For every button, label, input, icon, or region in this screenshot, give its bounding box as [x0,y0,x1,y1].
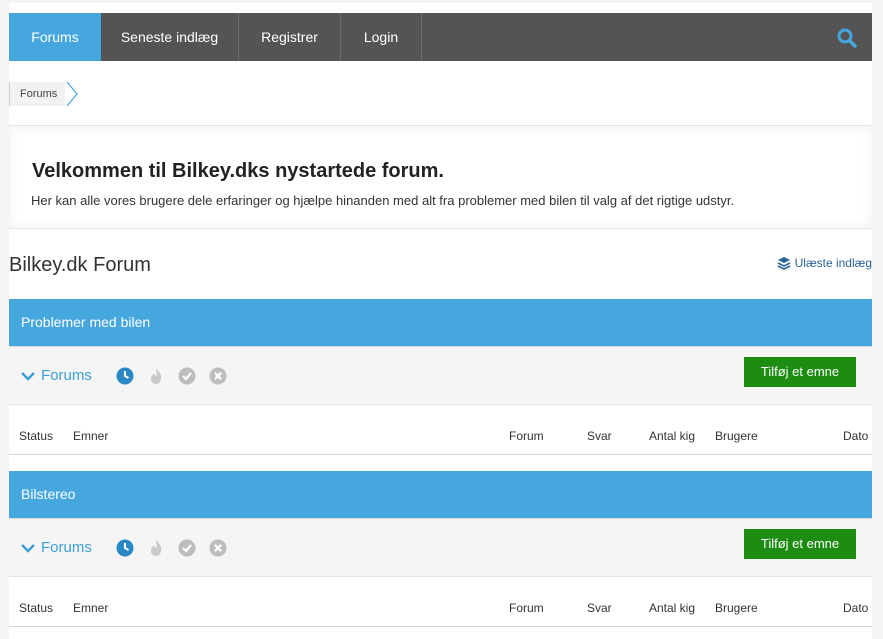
close-icon[interactable] [208,366,228,386]
search-icon[interactable] [836,27,858,49]
table-header: Status Emner Forum Svar Antal kig Bruger… [9,577,872,627]
forums-toggle-label: Forums [41,539,92,556]
unread-posts-link[interactable]: Ulæste indlæg [777,256,872,270]
close-icon[interactable] [208,538,228,558]
check-icon[interactable] [177,538,197,558]
welcome-title: Velkommen til Bilkey.dks nystartede foru… [32,160,444,182]
clock-icon[interactable] [115,366,135,386]
col-users[interactable]: Brugere [715,429,758,443]
col-users[interactable]: Brugere [715,601,758,615]
clock-icon[interactable] [115,538,135,558]
col-topics[interactable]: Emner [73,601,108,615]
page-frame: Forums Seneste indlæg Registrer Login Fo… [9,3,872,639]
check-icon[interactable] [177,366,197,386]
add-topic-button[interactable]: Tilføj et emne [744,529,856,559]
fire-icon[interactable] [146,366,166,386]
welcome-text: Her kan alle vores brugere dele erfaring… [31,193,735,208]
col-replies[interactable]: Svar [587,429,612,443]
chevron-right-icon [66,82,79,106]
col-views[interactable]: Antal kig [649,601,695,615]
breadcrumb-forums[interactable]: Forums [9,82,66,106]
forums-toggle[interactable]: Forums [21,539,92,556]
section-toolbar: Forums Tilføj et emne [9,346,872,405]
fire-icon[interactable] [146,538,166,558]
nav-login[interactable]: Login [341,13,422,61]
chevron-down-icon [21,371,35,381]
section-toolbar: Forums Tilføj et emne [9,518,872,577]
col-views[interactable]: Antal kig [649,429,695,443]
col-date[interactable]: Dato [843,601,868,615]
nav-latest-posts[interactable]: Seneste indlæg [101,13,239,61]
col-status[interactable]: Status [19,429,53,443]
add-topic-button[interactable]: Tilføj et emne [744,357,856,387]
nav-forums[interactable]: Forums [9,13,101,61]
table-header: Status Emner Forum Svar Antal kig Bruger… [9,405,872,455]
forums-toggle-label: Forums [41,367,92,384]
col-replies[interactable]: Svar [587,601,612,615]
main-nav: Forums Seneste indlæg Registrer Login [9,13,872,61]
forums-toggle[interactable]: Forums [21,367,92,384]
forum-section-2: Bilstereo Forums Tilføj et emne Status E… [9,471,872,627]
breadcrumb: Forums [9,82,79,106]
layers-icon [777,257,790,270]
welcome-box: Velkommen til Bilkey.dks nystartede foru… [9,125,872,229]
forum-section-1: Problemer med bilen Forums Tilføj et emn… [9,299,872,455]
page-title: Bilkey.dk Forum [9,254,151,276]
nav-register[interactable]: Registrer [239,13,341,61]
filter-icons [115,366,228,386]
col-forum[interactable]: Forum [509,429,544,443]
col-topics[interactable]: Emner [73,429,108,443]
col-status[interactable]: Status [19,601,53,615]
filter-icons [115,538,228,558]
section-title[interactable]: Problemer med bilen [9,299,872,346]
section-title[interactable]: Bilstereo [9,471,872,518]
col-forum[interactable]: Forum [509,601,544,615]
chevron-down-icon [21,543,35,553]
col-date[interactable]: Dato [843,429,868,443]
unread-posts-label: Ulæste indlæg [794,256,872,270]
